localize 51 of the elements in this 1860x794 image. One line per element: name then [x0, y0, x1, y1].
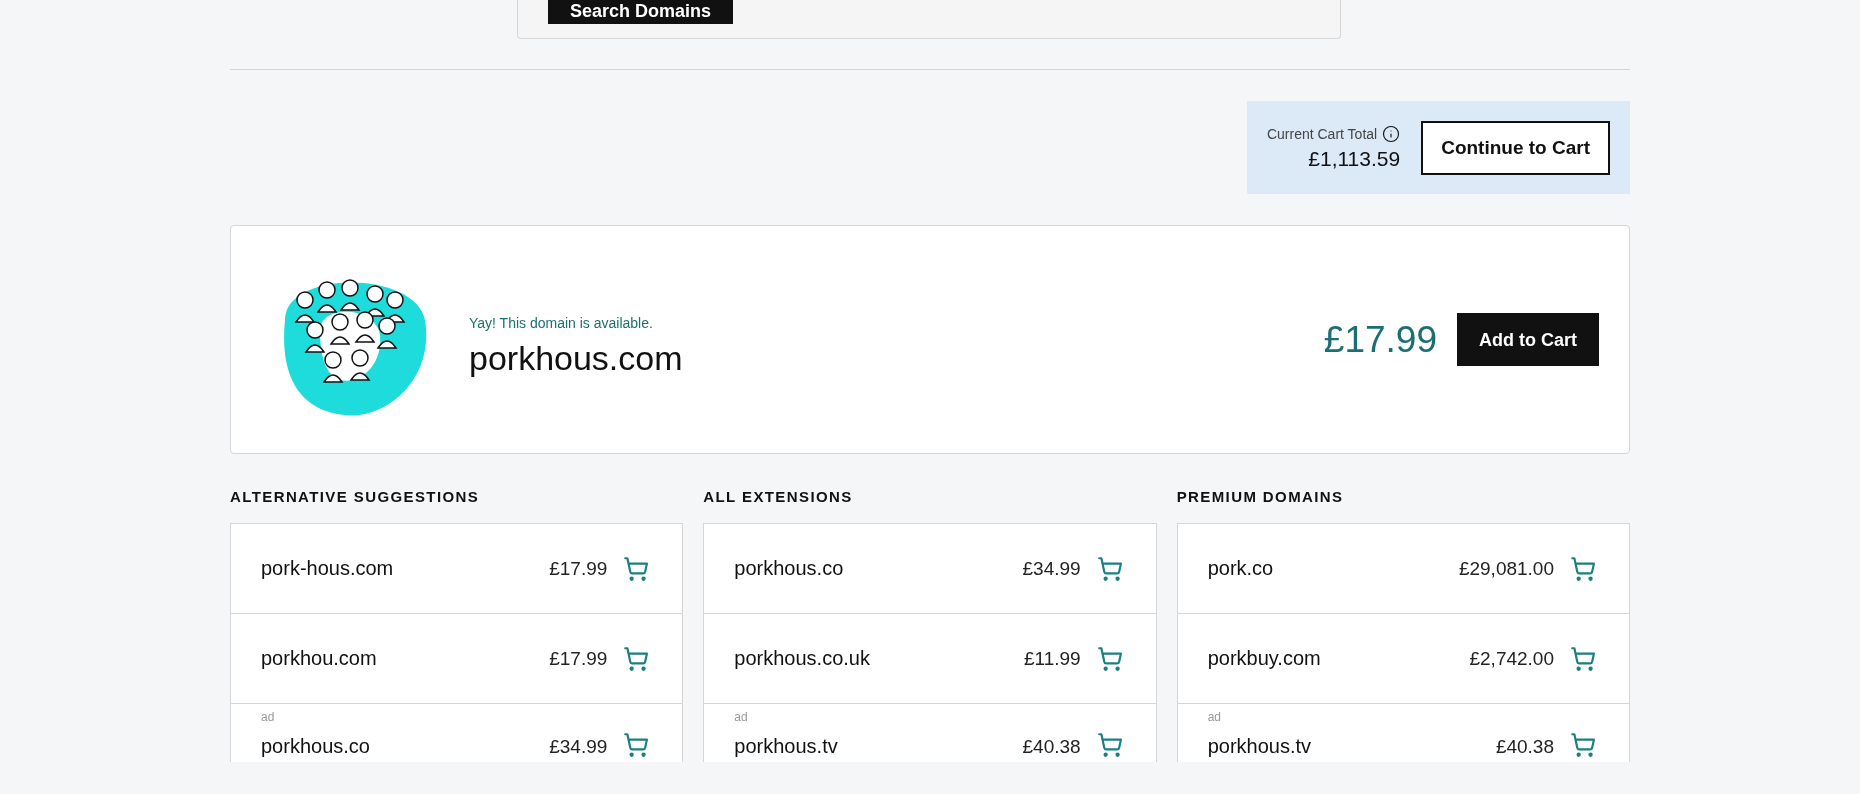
- suggested-price: £40.38: [1495, 735, 1554, 758]
- suggested-domain: porkbuy.com: [1207, 647, 1322, 670]
- domain-row[interactable]: pork.co £29,081.00: [1177, 524, 1629, 614]
- domain-row[interactable]: porkhous.co.uk £11.99: [704, 614, 1156, 704]
- cart-total-amount: £1,113.59: [1308, 146, 1401, 171]
- domain-row[interactable]: ad porkhous.tv £40.38: [704, 704, 1156, 762]
- domain-row[interactable]: porkhou.com £17.99: [231, 614, 683, 704]
- cart-icon[interactable]: [1096, 555, 1123, 582]
- section-heading: PREMIUM DOMAINS: [1176, 488, 1345, 505]
- suggested-domain: pork-hous.com: [261, 557, 395, 580]
- cart-total-label: Current Cart Total: [1266, 125, 1378, 142]
- cart-icon[interactable]: [1570, 555, 1596, 582]
- domain-row[interactable]: porkhous.co £34.99: [704, 524, 1156, 614]
- add-to-cart-button[interactable]: Add to Cart: [1457, 313, 1599, 366]
- suggested-domain: pork.co: [1207, 557, 1275, 580]
- domain-row[interactable]: porkbuy.com £2,742.00: [1177, 614, 1629, 704]
- section-heading: ALTERNATIVE SUGGESTIONS: [230, 488, 481, 505]
- suggested-domain: porkhous.tv: [734, 734, 839, 758]
- cart-icon[interactable]: [623, 555, 650, 582]
- search-domains-button[interactable]: Search Domains: [548, 0, 734, 24]
- suggested-price: £17.99: [549, 647, 608, 670]
- ad-label: ad: [261, 710, 275, 724]
- suggested-price: £40.38: [1022, 735, 1081, 758]
- suggested-domain: porkhous.tv: [1207, 734, 1313, 758]
- domain-row[interactable]: pork-hous.com £17.99: [231, 524, 683, 614]
- suggested-domain: porkhous.co: [261, 734, 371, 758]
- continue-to-cart-button[interactable]: Continue to Cart: [1421, 120, 1610, 175]
- domain-price: £17.99: [1323, 318, 1437, 361]
- suggested-price: £29,081.00: [1458, 557, 1554, 580]
- suggested-price: £2,742.00: [1469, 647, 1554, 670]
- info-icon[interactable]: [1382, 124, 1401, 143]
- domain-name: porkhous.com: [469, 339, 684, 378]
- cart-icon[interactable]: [1570, 645, 1596, 672]
- ad-label: ad: [1207, 710, 1221, 724]
- suggested-price: £34.99: [1022, 557, 1081, 580]
- cart-icon[interactable]: [623, 645, 650, 672]
- availability-message: Yay! This domain is available.: [469, 315, 654, 331]
- suggested-domain: porkhou.com: [261, 647, 378, 670]
- cart-icon[interactable]: [1570, 732, 1596, 758]
- cart-icon[interactable]: [1096, 732, 1123, 758]
- suggested-price: £17.99: [549, 557, 608, 580]
- section-heading: ALL EXTENSIONS: [703, 488, 854, 505]
- suggested-price: £34.99: [549, 735, 608, 758]
- domain-row[interactable]: ad porkhous.tv £40.38: [1177, 704, 1629, 762]
- domain-row[interactable]: ad porkhous.co £34.99: [231, 704, 683, 762]
- suggested-price: £11.99: [1023, 647, 1081, 670]
- cart-icon[interactable]: [623, 732, 650, 758]
- suggested-domain: porkhous.co: [734, 557, 845, 580]
- ad-label: ad: [734, 710, 748, 724]
- suggested-domain: porkhous.co.uk: [734, 647, 871, 670]
- cart-icon[interactable]: [1096, 645, 1123, 672]
